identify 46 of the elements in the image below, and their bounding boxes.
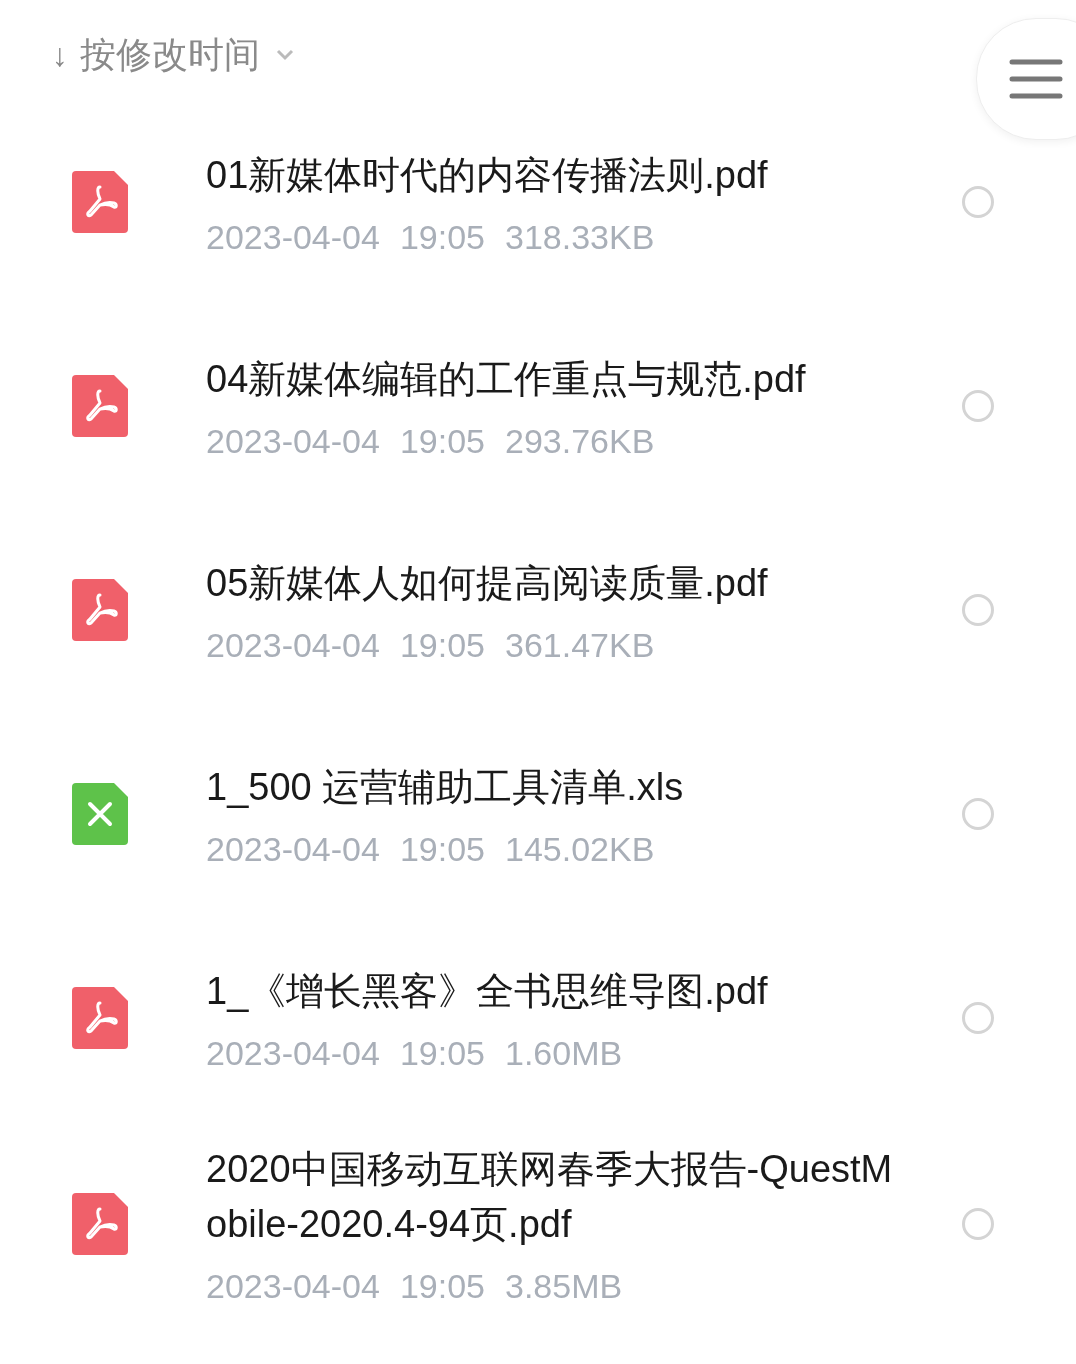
pdf-file-icon [72,171,128,233]
file-name: 2020中国移动互联网春季大报告-QuestMobile-2020.4-94页.pdf [206,1147,894,1247]
menu-button[interactable] [976,18,1076,140]
pdf-file-icon [72,1193,128,1255]
file-size: 293.76KB [505,420,655,461]
file-time: 19:05 [399,828,485,869]
spreadsheet-file-icon [72,783,128,845]
file-name: 01新媒体时代的内容传播法则.pdf [206,152,769,198]
file-name: 1_《增长黑客》全书思维导图.pdf [206,968,769,1014]
select-radio[interactable] [962,1002,994,1034]
select-radio[interactable] [962,798,994,830]
chevron-down-icon [276,49,294,61]
select-radio[interactable] [962,186,994,218]
file-time: 19:05 [399,216,485,257]
file-date: 2023-04-04 [206,1032,380,1073]
pdf-file-icon [72,375,128,437]
file-size: 3.85MB [505,1266,623,1306]
file-row[interactable]: 1_500 运营辅助工具清单.xls 2023-04-04 19:05 145.02KB [0,712,1076,916]
file-name: 05新媒体人如何提高阅读质量.pdf [206,560,769,606]
file-date: 2023-04-04 [206,828,380,869]
file-date: 2023-04-04 [206,624,380,665]
file-name: 1_500 运营辅助工具清单.xls [206,764,685,810]
file-date: 2023-04-04 [206,1266,380,1306]
file-size: 1.60MB [505,1032,623,1073]
file-row[interactable]: 04新媒体编辑的工作重点与规范.pdf 2023-04-04 19:05 293.76KB [0,304,1076,508]
file-row[interactable]: 1_《增长黑客》全书思维导图.pdf 2023-04-04 19:05 1.60MB [0,916,1076,1120]
pdf-file-icon [72,987,128,1049]
select-radio[interactable] [962,594,994,626]
file-time: 19:05 [399,624,485,665]
file-row[interactable]: 05新媒体人如何提高阅读质量.pdf 2023-04-04 19:05 361.47KB [0,508,1076,712]
select-radio[interactable] [962,1208,994,1240]
file-date: 2023-04-04 [206,216,380,257]
file-size: 318.33KB [505,216,655,257]
file-time: 19:05 [399,420,485,461]
select-radio[interactable] [962,390,994,422]
file-row[interactable]: 01新媒体时代的内容传播法则.pdf 2023-04-04 19:05 318.33KB [0,100,1076,304]
sort-arrow[interactable]: ↓ [52,31,68,79]
file-size: 361.47KB [505,624,655,665]
file-name: 04新媒体编辑的工作重点与规范.pdf [206,356,807,402]
file-date: 2023-04-04 [206,420,380,461]
file-row[interactable]: 2020中国移动互联网春季大报告-QuestMobile-2020.4-94页.pdf 2023-04-04 19:05 3.85MB [0,1120,1076,1328]
file-time: 19:05 [399,1266,485,1306]
menu-icon [1009,59,1063,99]
pdf-file-icon [72,579,128,641]
file-time: 19:05 [399,1032,485,1073]
file-size: 145.02KB [505,828,655,869]
